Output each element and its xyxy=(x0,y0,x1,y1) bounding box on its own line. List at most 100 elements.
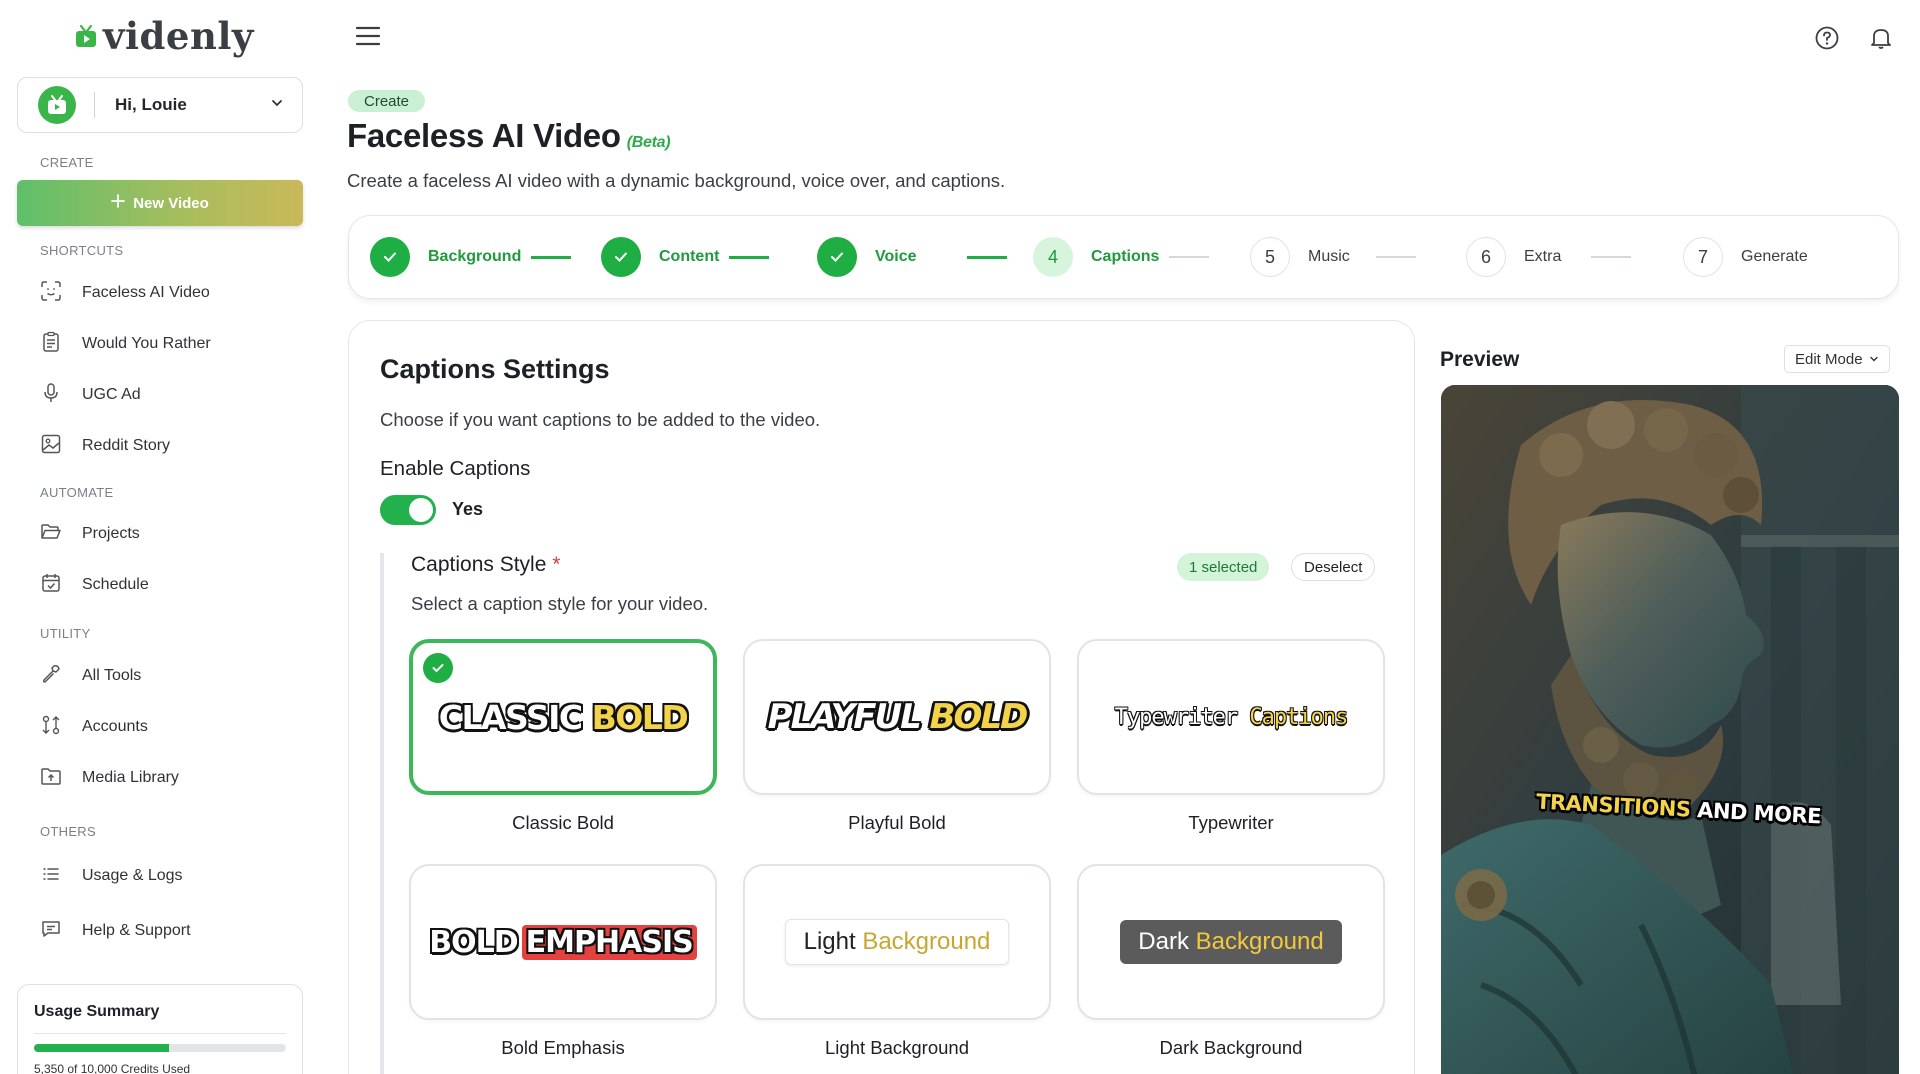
sidebar-item-label: Schedule xyxy=(82,576,149,593)
wizard-stepper: Background Content Voice 4 Captions 5 Mu… xyxy=(348,215,1899,299)
wrench-icon xyxy=(40,663,62,690)
video-preview[interactable]: TRANSITIONS AND MORE xyxy=(1441,385,1899,1074)
toggle-knob xyxy=(409,498,433,522)
user-menu[interactable]: Hi, Louie xyxy=(17,77,303,133)
page-subtitle: Create a faceless AI video with a dynami… xyxy=(347,170,1006,191)
usage-text: 5,350 of 10,000 Credits Used xyxy=(34,1062,191,1074)
step-connector xyxy=(531,255,572,259)
caption-style-playful-bold[interactable]: PLAYFUL BOLD xyxy=(743,639,1051,795)
section-label-shortcuts: SHORTCUTS xyxy=(40,243,124,258)
caption-sample-word: PLAYFUL xyxy=(767,697,922,737)
sidebar-item-help-support[interactable]: Help & Support xyxy=(40,916,191,946)
usage-summary-card: Usage Summary 5,350 of 10,000 Credits Us… xyxy=(17,984,303,1074)
sidebar-item-faceless-ai-video[interactable]: Faceless AI Video xyxy=(40,278,210,308)
step-content[interactable]: Content xyxy=(601,237,770,277)
caption-sample-word: CLASSIC xyxy=(438,697,584,738)
step-number: 6 xyxy=(1466,237,1506,277)
caption-sample-word: Dark xyxy=(1138,928,1189,955)
sidebar-item-label: Accounts xyxy=(82,718,148,735)
step-label: Background xyxy=(428,248,522,265)
caption-sample-highlight: BOLD xyxy=(591,697,690,738)
help-circle-icon[interactable] xyxy=(1814,25,1840,51)
new-video-label: New Video xyxy=(133,194,209,212)
caption-sample-highlight: BOLD xyxy=(929,697,1029,737)
new-video-button[interactable]: New Video xyxy=(17,180,303,226)
sidebar-item-label: Projects xyxy=(82,525,140,542)
divider xyxy=(34,1033,286,1034)
sidebar-item-ugc-ad[interactable]: UGC Ad xyxy=(40,380,141,410)
bell-icon[interactable] xyxy=(1868,25,1894,51)
captions-style-title: Captions Style * xyxy=(411,553,560,577)
sidebar-item-schedule[interactable]: Schedule xyxy=(40,570,149,600)
user-greeting: Hi, Louie xyxy=(115,95,187,114)
edit-mode-dropdown[interactable]: Edit Mode xyxy=(1784,345,1890,373)
captions-style-subtitle: Select a caption style for your video. xyxy=(411,593,709,614)
accounts-switch-icon xyxy=(40,714,62,741)
step-music[interactable]: 5 Music xyxy=(1250,237,1416,277)
usage-progress-bar xyxy=(34,1044,286,1052)
caption-sample-highlight: Background xyxy=(862,928,991,955)
caption-style-label: Playful Bold xyxy=(848,812,946,833)
brand-logo[interactable]: videnly xyxy=(75,14,254,58)
sidebar-item-label: Would You Rather xyxy=(82,335,211,352)
caption-style-bold-emphasis[interactable]: BOLD EMPHASIS xyxy=(409,864,717,1020)
section-label-create: CREATE xyxy=(40,155,94,170)
beta-badge: (Beta) xyxy=(626,134,671,151)
sidebar-item-label: Faceless AI Video xyxy=(82,284,210,301)
enable-captions-toggle[interactable] xyxy=(380,495,436,525)
sidebar-item-all-tools[interactable]: All Tools xyxy=(40,661,141,691)
step-background[interactable]: Background xyxy=(370,237,572,277)
chevron-down-icon xyxy=(1869,351,1879,368)
clipboard-list-icon xyxy=(40,331,62,358)
sidebar-item-reddit-story[interactable]: Reddit Story xyxy=(40,431,170,461)
step-number: 5 xyxy=(1250,237,1290,277)
step-label: Generate xyxy=(1741,248,1808,265)
section-rule xyxy=(380,553,384,1074)
calendar-check-icon xyxy=(40,572,62,599)
step-voice[interactable]: Voice xyxy=(817,237,1007,277)
check-icon xyxy=(817,237,857,277)
captions-settings-panel: Captions Settings Choose if you want cap… xyxy=(348,320,1415,1074)
deselect-button[interactable]: Deselect xyxy=(1291,553,1376,581)
step-label: Captions xyxy=(1091,248,1160,265)
preview-title: Preview xyxy=(1440,348,1520,371)
caption-style-light-background[interactable]: Light Background xyxy=(743,864,1051,1020)
caption-style-label: Classic Bold xyxy=(512,812,614,833)
check-icon xyxy=(423,653,453,683)
sidebar-item-media-library[interactable]: Media Library xyxy=(40,763,179,793)
step-number: 4 xyxy=(1033,237,1073,277)
caption-sample: CLASSIC BOLD xyxy=(438,697,690,738)
section-label-utility: UTILITY xyxy=(40,626,91,641)
step-extra[interactable]: 6 Extra xyxy=(1466,237,1632,277)
sidebar-item-would-you-rather[interactable]: Would You Rather xyxy=(40,329,211,359)
caption-sample: Dark Background xyxy=(1120,920,1342,964)
sidebar-item-label: Reddit Story xyxy=(82,437,171,454)
caption-style-label: Dark Background xyxy=(1159,1037,1303,1058)
caption-sample: PLAYFUL BOLD xyxy=(767,697,1029,737)
sidebar-item-label: Help & Support xyxy=(82,922,191,939)
step-captions[interactable]: 4 Captions xyxy=(1033,237,1210,277)
plus-icon xyxy=(111,194,126,212)
caption-sample-highlight: Captions xyxy=(1249,704,1348,730)
chevron-down-icon xyxy=(270,96,284,115)
sidebar-item-usage-logs[interactable]: Usage & Logs xyxy=(40,861,183,891)
step-connector xyxy=(966,255,1007,259)
page-title: Faceless AI Video (Beta) xyxy=(347,117,671,155)
step-generate[interactable]: 7 Generate xyxy=(1683,237,1808,277)
caption-sample: BOLD EMPHASIS xyxy=(429,924,697,960)
brand-name: videnly xyxy=(103,14,254,58)
toggle-value: Yes xyxy=(452,499,484,519)
divider xyxy=(94,92,95,118)
caption-style-dark-background[interactable]: Dark Background xyxy=(1077,864,1385,1020)
caption-style-typewriter[interactable]: Typewriter Captions xyxy=(1077,639,1385,795)
section-label-automate: AUTOMATE xyxy=(40,485,114,500)
menu-toggle-icon[interactable] xyxy=(355,26,381,46)
caption-sample: Typewriter Captions xyxy=(1115,704,1349,730)
step-connector xyxy=(729,255,770,259)
step-label: Voice xyxy=(875,248,917,265)
caption-style-classic-bold[interactable]: CLASSIC BOLD xyxy=(409,639,717,795)
caption-sample-word: Light xyxy=(803,928,856,955)
panel-subtitle: Choose if you want captions to be added … xyxy=(380,409,821,430)
sidebar-item-accounts[interactable]: Accounts xyxy=(40,712,148,742)
sidebar-item-projects[interactable]: Projects xyxy=(40,519,140,549)
